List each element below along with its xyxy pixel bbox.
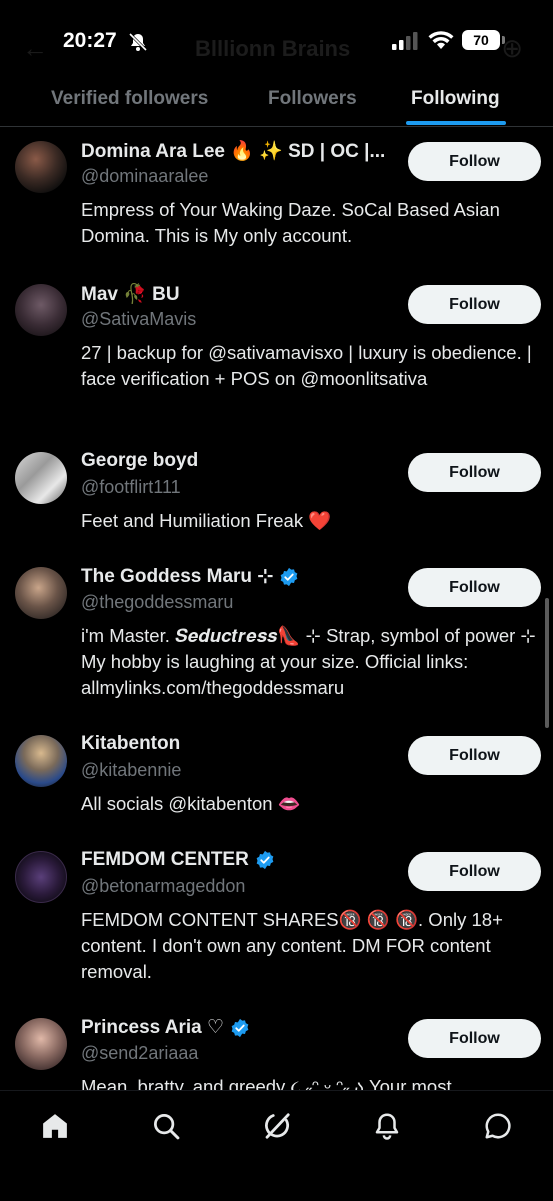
status-bar: ← Blllionn Brains ⊕ 20:27 70 — [0, 0, 553, 80]
battery-indicator: 70 — [462, 30, 500, 50]
user-name: FEMDOM CENTER — [81, 849, 249, 870]
avatar[interactable] — [15, 1018, 67, 1070]
user-bio: 27 | backup for @sativamavisxo | luxury … — [81, 342, 532, 389]
user-name: Domina Ara Lee 🔥 ✨ SD | OC |... — [81, 141, 386, 162]
user-name: George boyd — [81, 450, 199, 471]
battery-tip — [502, 36, 505, 44]
clock: 20:27 — [63, 29, 117, 52]
wifi-icon — [428, 31, 454, 49]
following-list: Domina Ara Lee 🔥 ✨ SD | OC |... @dominaa… — [0, 127, 553, 1090]
avatar[interactable] — [15, 851, 67, 903]
notifications-icon[interactable] — [372, 1111, 402, 1141]
follow-button[interactable]: Follow — [408, 285, 541, 324]
avatar[interactable] — [15, 567, 67, 619]
follow-button[interactable]: Follow — [408, 453, 541, 492]
user-bio: All socials @kitabenton 👄 — [81, 793, 301, 814]
tab-following[interactable]: Following — [411, 88, 500, 110]
follow-button[interactable]: Follow — [408, 1019, 541, 1058]
user-handle: @SativaMavis — [81, 309, 197, 329]
active-tab-indicator — [406, 121, 506, 125]
grok-icon[interactable] — [262, 1111, 292, 1141]
avatar[interactable] — [15, 141, 67, 193]
user-handle: @dominaaralee — [81, 166, 209, 186]
user-handle: @betonarmageddon — [81, 876, 246, 896]
verified-badge-icon — [231, 1018, 249, 1037]
user-bio: Mean, bratty, and greedy ૮ ˶ᵔ ᵕ ᵔ˶ ა You… — [81, 1076, 452, 1090]
silent-bell-icon — [128, 32, 148, 52]
page-title: Blllionn Brains — [195, 36, 351, 61]
back-icon[interactable]: ← — [22, 33, 48, 64]
avatar[interactable] — [15, 284, 67, 336]
user-handle: @kitabennie — [81, 760, 182, 780]
user-handle: @thegoddessmaru — [81, 592, 234, 612]
search-icon[interactable] — [151, 1111, 181, 1141]
user-handle: @footflirt111 — [81, 477, 181, 497]
user-handle: @send2ariaaa — [81, 1043, 199, 1063]
follow-button[interactable]: Follow — [408, 142, 541, 181]
user-name: Kitabenton — [81, 733, 181, 754]
scrollbar[interactable] — [545, 598, 549, 728]
cellular-signal-icon — [392, 32, 418, 50]
tab-verified-followers[interactable]: Verified followers — [51, 88, 208, 110]
bottom-navigation — [0, 1090, 553, 1201]
user-name: Mav 🥀 BU — [81, 284, 180, 305]
tab-bar: Verified followers Followers Following — [0, 78, 553, 127]
verified-badge-icon — [256, 850, 274, 870]
messages-icon[interactable] — [483, 1111, 513, 1141]
user-name: Princess Aria ♡ — [81, 1017, 225, 1038]
home-icon[interactable] — [40, 1111, 70, 1141]
avatar[interactable] — [15, 452, 67, 504]
follow-button[interactable]: Follow — [408, 852, 541, 891]
user-bio: Feet and Humiliation Freak ❤️ — [81, 510, 332, 531]
tab-followers[interactable]: Followers — [268, 88, 357, 110]
verified-badge-icon — [280, 567, 298, 586]
user-bio: FEMDOM CONTENT SHARES🔞 🔞 🔞. Only 18+ con… — [81, 909, 503, 982]
user-bio: i'm Master. 𝑺𝒆𝒅𝒖𝒄𝒕𝒓𝒆𝒔𝒔👠 ⊹ Strap, symbol … — [81, 625, 536, 698]
follow-button[interactable]: Follow — [408, 568, 541, 607]
follow-button[interactable]: Follow — [408, 736, 541, 775]
avatar[interactable] — [15, 735, 67, 787]
user-bio: Empress of Your Waking Daze. SoCal Based… — [81, 199, 500, 246]
user-name: The Goddess Maru ⊹ — [81, 566, 274, 587]
